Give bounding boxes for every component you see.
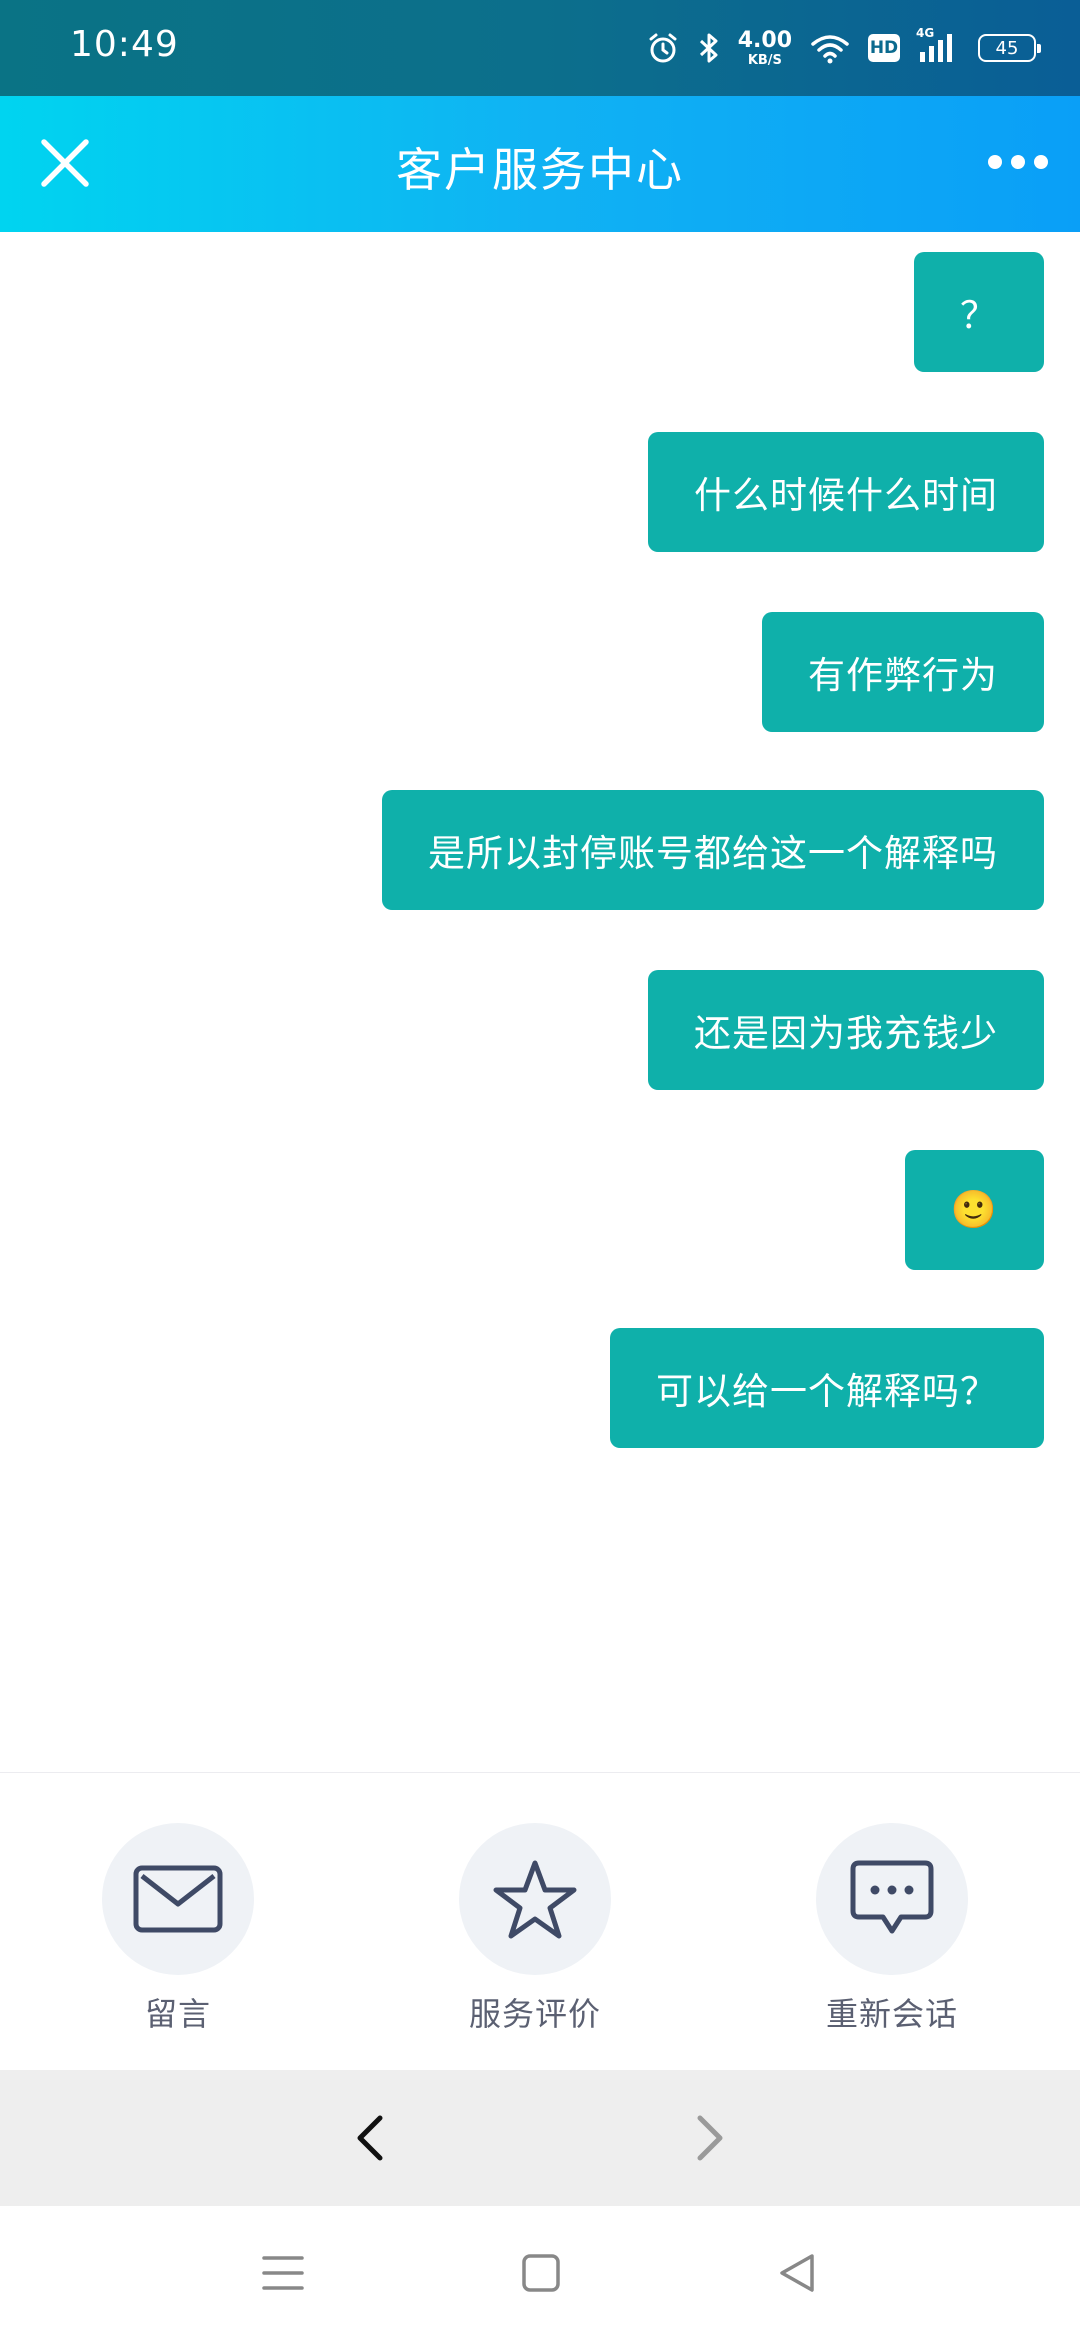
net-speed-unit: KB/S	[747, 52, 782, 68]
alarm-icon	[649, 33, 677, 63]
forward-button[interactable]	[680, 2110, 736, 2166]
home-icon	[522, 2254, 560, 2292]
leave-message-button[interactable]: 留言	[58, 1823, 298, 2035]
signal-icon: 4G	[916, 26, 960, 64]
message-row: 🙂	[904, 1150, 1044, 1270]
status-time: 10:49	[70, 24, 179, 65]
battery-icon: 45	[978, 34, 1041, 62]
star-icon	[493, 1860, 577, 1939]
message-row: ？	[914, 252, 1044, 372]
system-nav-bar	[0, 2206, 1080, 2340]
back-button[interactable]	[344, 2110, 400, 2166]
customer-service-screen: 10:49 4.00 KB/S HD 4G 45 客户服务中心 ？ 什么时候什么…	[0, 0, 1080, 2340]
action-icon-circle	[816, 1823, 968, 1975]
message-row: 什么时候什么时间	[648, 432, 1044, 552]
message-bubble[interactable]: 可以给一个解释吗？	[610, 1328, 1044, 1448]
more-button[interactable]	[978, 140, 1058, 184]
chevron-left-icon	[357, 2115, 383, 2161]
page-title: 客户服务中心	[396, 143, 684, 197]
hd-badge: HD	[868, 34, 900, 62]
back-triangle-icon	[780, 2254, 814, 2292]
net-speed-value: 4.00	[737, 27, 792, 53]
network-type: 4G	[916, 26, 935, 40]
message-row: 有作弊行为	[762, 612, 1044, 732]
status-bar: 10:49 4.00 KB/S HD 4G 45	[0, 0, 1080, 96]
status-icons: 4.00 KB/S HD 4G 45	[646, 24, 1041, 72]
action-label: 重新会话	[825, 1995, 958, 2033]
message-bubble[interactable]: ？	[914, 252, 1044, 372]
message-bubble[interactable]: 是所以封停账号都给这一个解释吗	[382, 790, 1044, 910]
rate-service-button[interactable]: 服务评价	[415, 1823, 655, 2035]
menu-icon	[262, 2256, 304, 2290]
browser-nav-bar	[0, 2070, 1080, 2206]
message-bubble[interactable]: 还是因为我充钱少	[648, 970, 1044, 1090]
action-bar: 留言 服务评价 重新会话	[0, 1772, 1080, 2070]
system-back-button[interactable]	[772, 2248, 822, 2298]
action-label: 留言	[144, 1995, 211, 2033]
restart-chat-button[interactable]: 重新会话	[772, 1823, 1012, 2035]
app-header: 客户服务中心	[0, 96, 1080, 232]
bluetooth-icon	[699, 33, 718, 63]
message-bubble[interactable]: 有作弊行为	[762, 612, 1044, 732]
recent-apps-button[interactable]	[258, 2248, 308, 2298]
chat-bubble-icon	[850, 1860, 934, 1934]
chevron-right-icon	[697, 2115, 723, 2161]
action-label: 服务评价	[468, 1995, 601, 2033]
chat-message-list[interactable]: ？ 什么时候什么时间 有作弊行为 是所以封停账号都给这一个解释吗 还是因为我充钱…	[0, 232, 1080, 1772]
mail-icon	[133, 1865, 223, 1933]
wifi-icon	[811, 35, 849, 64]
home-button[interactable]	[516, 2248, 566, 2298]
message-row: 是所以封停账号都给这一个解释吗	[382, 790, 1044, 910]
more-icon	[988, 155, 1002, 169]
message-bubble[interactable]: 🙂	[904, 1150, 1044, 1270]
action-icon-circle	[459, 1823, 611, 1975]
net-speed: 4.00 KB/S	[737, 27, 792, 68]
battery-level: 45	[995, 37, 1019, 59]
message-bubble[interactable]: 什么时候什么时间	[648, 432, 1044, 552]
message-row: 还是因为我充钱少	[648, 970, 1044, 1090]
action-icon-circle	[102, 1823, 254, 1975]
message-row: 可以给一个解释吗？	[610, 1328, 1044, 1448]
